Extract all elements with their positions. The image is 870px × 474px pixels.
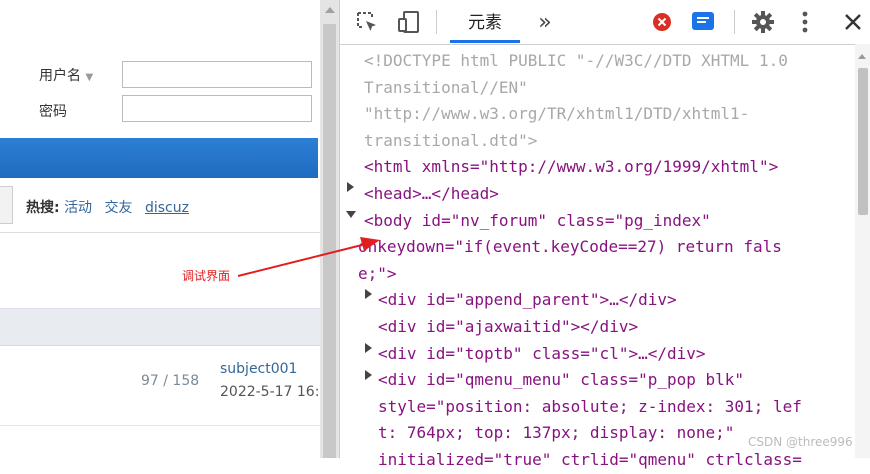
doctype-line[interactable]: <!DOCTYPE html PUBLIC "-//W3C//DTD XHTML… — [364, 48, 788, 75]
chevron-down-icon[interactable]: ▼ — [85, 72, 93, 83]
hot-link-3[interactable]: discuz — [145, 200, 189, 216]
div-node[interactable]: <div id="toptb" class="cl">…</div> — [378, 341, 706, 368]
hot-search-label: 热搜: — [26, 200, 60, 216]
scrollbar-thumb[interactable] — [858, 68, 868, 215]
doctype-line[interactable]: "http://www.w3.org/TR/xhtml1/DTD/xhtml1- — [364, 101, 749, 128]
div-node[interactable]: initialized="true" ctrlid="qmenu" ctrlcl… — [378, 447, 802, 474]
divider — [0, 425, 320, 426]
scroll-up-icon[interactable] — [858, 54, 866, 59]
web-page: 用户名 ▼ 密码 热搜: 活动 交友 discuz 调试界面 97 / 158 … — [0, 0, 320, 458]
password-label: 密码 — [39, 104, 67, 120]
watermark: CSDN @three996 — [748, 435, 853, 449]
tab-elements[interactable]: 元素 — [450, 0, 520, 43]
expand-arrow-icon[interactable] — [347, 182, 354, 192]
message-badge-icon[interactable] — [690, 10, 716, 34]
div-node[interactable]: style="position: absolute; z-index: 301;… — [378, 394, 802, 421]
toolbar-divider — [436, 10, 437, 34]
gear-icon[interactable] — [750, 10, 776, 34]
div-node[interactable]: <div id="ajaxwaitid"></div> — [378, 314, 638, 341]
username-field[interactable] — [122, 61, 312, 88]
password-field[interactable] — [122, 95, 312, 122]
hot-link-1[interactable]: 活动 — [64, 200, 92, 216]
inspect-element-icon[interactable] — [354, 10, 380, 34]
expand-arrow-icon[interactable] — [365, 343, 372, 353]
hot-link-2[interactable]: 交友 — [105, 200, 133, 216]
collapse-arrow-icon[interactable] — [346, 211, 356, 218]
body-node[interactable]: <body id="nv_forum" class="pg_index" — [364, 208, 711, 235]
head-node[interactable]: <head>…</head> — [364, 181, 499, 208]
subject-link[interactable]: subject001 — [220, 361, 297, 377]
more-options-icon[interactable] — [797, 10, 813, 34]
div-node[interactable]: <div id="append_parent">…</div> — [378, 287, 677, 314]
hot-search: 热搜: 活动 交友 discuz — [26, 197, 197, 217]
more-tabs-button[interactable]: » — [534, 10, 556, 35]
div-node[interactable]: t: 764px; top: 137px; display: none;" — [378, 420, 734, 447]
div-node[interactable]: <div id="qmenu_menu" class="p_pop blk" — [378, 367, 744, 394]
body-node[interactable]: e;"> — [358, 261, 397, 288]
annotation-label: 调试界面 — [182, 269, 231, 283]
page-scrollbar[interactable] — [320, 0, 339, 458]
devtools-panel: 元素 » <!DOCTYPE html PUBLIC "-//W3C//DTD … — [339, 0, 870, 469]
post-date: 2022-5-17 16:5 — [220, 384, 320, 400]
devtools-toolbar: 元素 » — [340, 0, 870, 45]
expand-arrow-icon[interactable] — [365, 289, 372, 299]
close-icon[interactable] — [842, 10, 864, 34]
search-button[interactable] — [0, 186, 13, 224]
doctype-line[interactable]: Transitional//EN" — [364, 75, 528, 102]
doctype-line[interactable]: transitional.dtd"> — [364, 128, 537, 155]
thread-stats: 97 / 158 — [141, 373, 200, 389]
scrollbar-thumb[interactable] — [323, 24, 336, 458]
expand-arrow-icon[interactable] — [365, 370, 372, 380]
devtools-scrollbar[interactable] — [855, 44, 870, 458]
toolbar-divider — [734, 10, 735, 34]
username-label: 用户名 ▼ — [39, 68, 94, 84]
divider — [0, 232, 320, 233]
device-toolbar-icon[interactable] — [396, 10, 422, 34]
error-badge-icon[interactable] — [650, 10, 674, 34]
section-header-bar — [0, 308, 320, 346]
body-node[interactable]: onkeydown="if(event.keyCode==27) return … — [358, 234, 782, 261]
nav-bar — [0, 138, 318, 178]
scroll-up-icon[interactable] — [325, 7, 335, 13]
html-node[interactable]: <html xmlns="http://www.w3.org/1999/xhtm… — [364, 154, 778, 181]
